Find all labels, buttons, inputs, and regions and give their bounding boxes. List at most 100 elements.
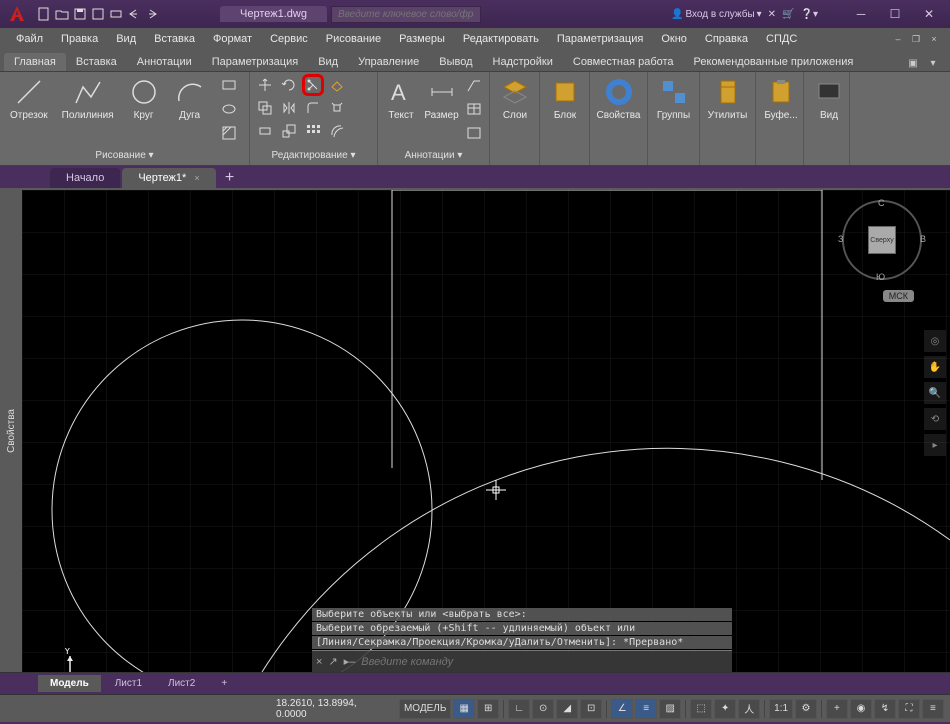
menu-format[interactable]: Формат <box>205 31 260 47</box>
menu-insert[interactable]: Вставка <box>146 31 203 47</box>
qat-open-icon[interactable] <box>54 6 70 22</box>
groups-button[interactable]: Группы <box>652 74 695 123</box>
menu-help[interactable]: Справка <box>697 31 756 47</box>
drawing-canvas[interactable]: Сверху С Ю В З МСК ◎ ✋ 🔍 ⟲ ▸ X Y <box>22 190 950 672</box>
clipboard-button[interactable]: Буфе... <box>760 74 802 123</box>
menu-window[interactable]: Окно <box>653 31 695 47</box>
viewcube-west[interactable]: З <box>838 234 843 244</box>
command-input[interactable] <box>361 656 728 668</box>
polar-toggle-icon[interactable]: ⊙ <box>532 699 554 719</box>
snap-toggle-icon[interactable]: ⊞ <box>477 699 499 719</box>
annot-panel-title[interactable]: Аннотации ▾ <box>378 149 489 165</box>
layers-button[interactable]: Слои <box>494 74 536 123</box>
wcs-badge[interactable]: МСК <box>883 290 914 302</box>
ribbon-tab-addins[interactable]: Надстройки <box>483 53 563 71</box>
grid-toggle-icon[interactable]: ▦ <box>453 699 475 719</box>
minimize-button[interactable]: ─ <box>844 0 878 28</box>
nav-showmotion-icon[interactable]: ▸ <box>924 434 946 456</box>
exchange-icon[interactable]: ✕ <box>768 9 776 20</box>
viewcube-east[interactable]: В <box>920 234 926 244</box>
erase-icon[interactable] <box>326 74 348 96</box>
menu-file[interactable]: Файл <box>8 31 51 47</box>
ribbon-tab-insert[interactable]: Вставка <box>66 53 127 71</box>
circle-button[interactable]: Круг <box>122 74 166 123</box>
viewcube-south[interactable]: Ю <box>876 272 885 282</box>
ribbon-minimize-icon[interactable]: ▾ <box>924 55 942 71</box>
properties-palette-tab[interactable]: Свойства <box>0 190 22 672</box>
doc-tab-drawing[interactable]: Чертеж1*× <box>122 168 215 188</box>
ribbon-tab-annotate[interactable]: Аннотации <box>127 53 202 71</box>
model-space-button[interactable]: МОДЕЛЬ <box>399 699 451 719</box>
ribbon-tab-manage[interactable]: Управление <box>348 53 429 71</box>
menu-spds[interactable]: СПДС <box>758 31 805 47</box>
fillet-icon[interactable] <box>302 97 324 119</box>
dimension-button[interactable]: Размер <box>422 74 461 123</box>
rotate-icon[interactable] <box>278 74 300 96</box>
draw-panel-title[interactable]: Рисование ▾ <box>0 149 249 165</box>
transparency-icon[interactable]: ▨ <box>659 699 681 719</box>
block-button[interactable]: Блок <box>544 74 586 123</box>
otrack-toggle-icon[interactable]: ∠ <box>611 699 633 719</box>
selection-cycling-icon[interactable]: ⬚ <box>690 699 712 719</box>
doc-minimize-icon[interactable]: – <box>890 32 906 46</box>
doc-close-icon[interactable]: × <box>926 32 942 46</box>
cmd-recent-icon[interactable]: ↗ <box>328 655 337 668</box>
customize-icon[interactable]: ≡ <box>922 699 944 719</box>
hardware-accel-icon[interactable]: ↯ <box>874 699 896 719</box>
cmd-close-icon[interactable]: × <box>316 656 322 668</box>
clean-screen-icon[interactable]: ⛶ <box>898 699 920 719</box>
isodraft-icon[interactable]: ◢ <box>556 699 578 719</box>
layout-tab-add[interactable]: + <box>209 675 239 692</box>
view-button[interactable]: Вид <box>808 74 850 123</box>
dynamic-ucs-icon[interactable]: 人 <box>738 699 760 719</box>
layout-tab-model[interactable]: Модель <box>38 675 101 692</box>
arc-button[interactable]: Дуга <box>168 74 212 123</box>
qat-plot-icon[interactable] <box>108 6 124 22</box>
ribbon-tab-collab[interactable]: Совместная работа <box>563 53 684 71</box>
doc-tab-start[interactable]: Начало <box>50 168 120 188</box>
ellipse-icon[interactable] <box>218 98 240 120</box>
ortho-toggle-icon[interactable]: ∟ <box>508 699 530 719</box>
help-icon[interactable]: ❔▾ <box>801 9 818 20</box>
trim-icon[interactable] <box>302 74 324 96</box>
ribbon-tab-parametric[interactable]: Параметризация <box>202 53 308 71</box>
osnap-toggle-icon[interactable]: ⊡ <box>580 699 602 719</box>
qat-save-icon[interactable] <box>72 6 88 22</box>
menu-parametric[interactable]: Параметризация <box>549 31 651 47</box>
array-icon[interactable] <box>302 120 324 142</box>
move-icon[interactable] <box>254 74 276 96</box>
ribbon-tab-featured[interactable]: Рекомендованные приложения <box>684 53 864 71</box>
rectangle-icon[interactable] <box>218 74 240 96</box>
menu-edit[interactable]: Правка <box>53 31 106 47</box>
hatch-icon[interactable] <box>218 122 240 144</box>
qat-new-icon[interactable] <box>36 6 52 22</box>
polyline-button[interactable]: Полилиния <box>56 74 120 123</box>
mirror-icon[interactable] <box>278 97 300 119</box>
modify-panel-title[interactable]: Редактирование ▾ <box>250 149 377 165</box>
3dosnap-icon[interactable]: ✦ <box>714 699 736 719</box>
isolate-icon[interactable]: ◉ <box>850 699 872 719</box>
close-button[interactable]: ✕ <box>912 0 946 28</box>
search-input[interactable] <box>331 6 481 23</box>
offset-icon[interactable] <box>326 120 348 142</box>
close-tab-icon[interactable]: × <box>194 173 199 183</box>
properties-button[interactable]: Свойства <box>594 74 643 123</box>
viewcube-north[interactable]: С <box>878 198 885 208</box>
nav-zoom-icon[interactable]: 🔍 <box>924 382 946 404</box>
annotation-scale-button[interactable]: 1:1 <box>769 699 793 719</box>
nav-wheel-icon[interactable]: ◎ <box>924 330 946 352</box>
viewcube[interactable]: Сверху С Ю В З <box>842 200 922 280</box>
leader-icon[interactable] <box>463 74 485 96</box>
menu-draw[interactable]: Рисование <box>318 31 389 47</box>
utilities-button[interactable]: Утилиты <box>704 74 751 123</box>
menu-dimension[interactable]: Размеры <box>391 31 453 47</box>
stretch-icon[interactable] <box>254 120 276 142</box>
nav-orbit-icon[interactable]: ⟲ <box>924 408 946 430</box>
login-button[interactable]: 👤Вход в службы▾ <box>671 9 762 20</box>
cart-icon[interactable]: 🛒 <box>782 9 794 20</box>
qat-redo-icon[interactable] <box>144 6 160 22</box>
ribbon-tab-output[interactable]: Вывод <box>429 53 482 71</box>
ribbon-tab-home[interactable]: Главная <box>4 53 66 71</box>
menu-view[interactable]: Вид <box>108 31 144 47</box>
ribbon-expand-icon[interactable]: ▣ <box>904 55 922 71</box>
